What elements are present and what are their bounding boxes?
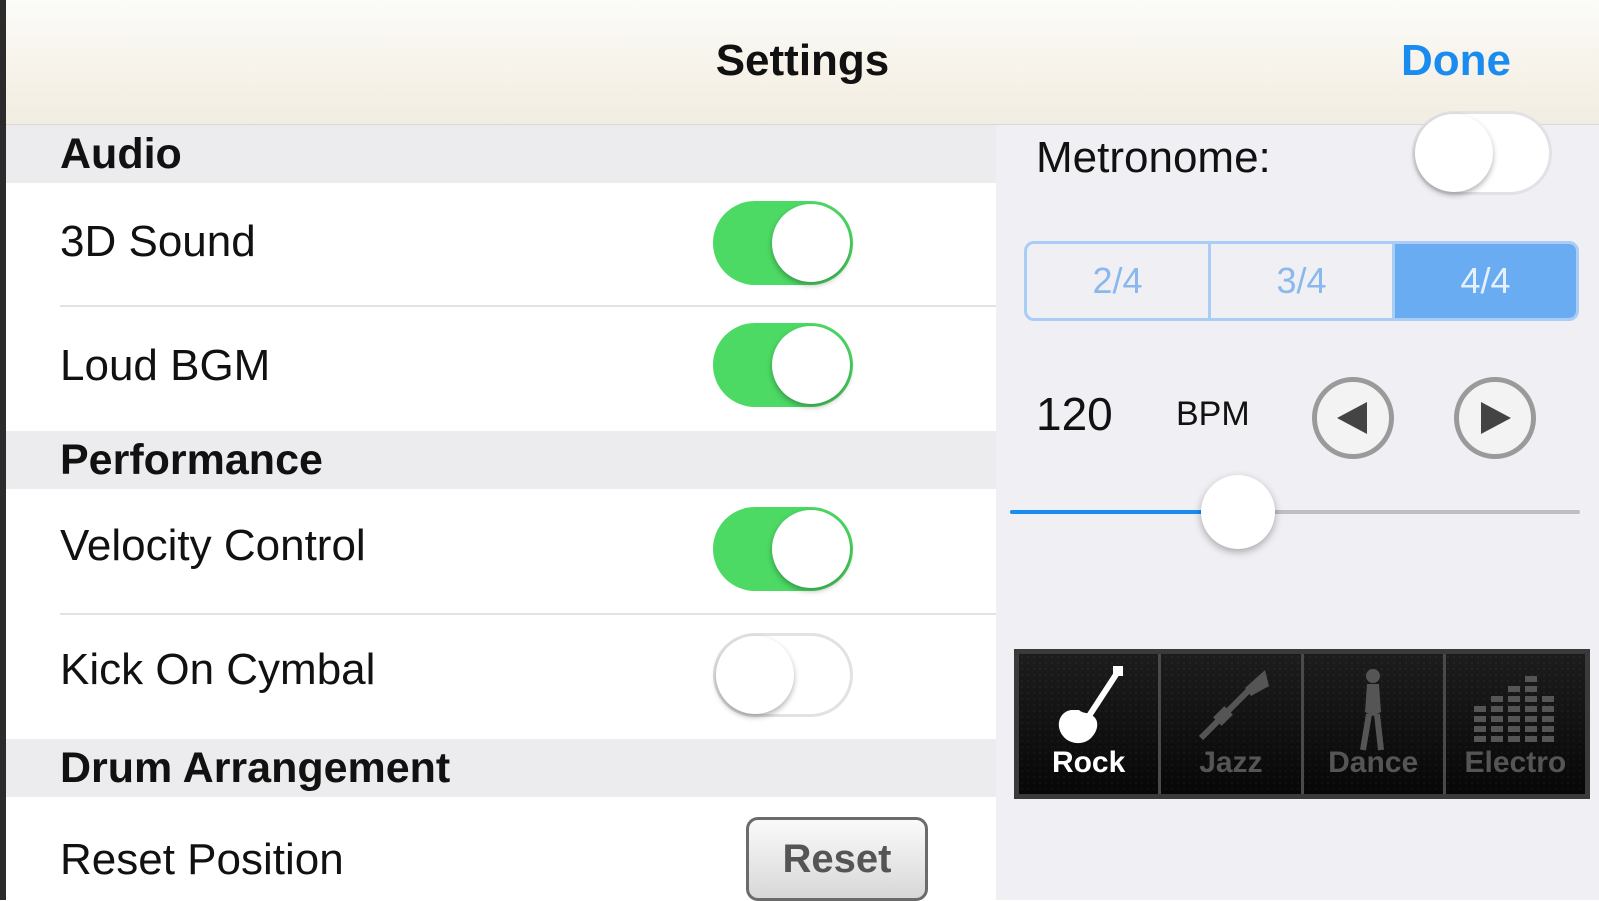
metronome-label: Metronome: [1036,133,1271,182]
setting-label-kick-on-cymbal: Kick On Cymbal [60,645,376,694]
page-title: Settings [715,36,890,85]
time-signature-2-4[interactable]: 2/4 [1027,244,1211,318]
style-electro-button[interactable]: Electro [1445,654,1585,794]
section-header-performance: Performance [6,431,996,489]
arrow-right-icon [1481,402,1511,434]
time-signature-selector: 2/4 3/4 4/4 [1024,241,1579,321]
tempo-slider-thumb[interactable] [1201,475,1275,549]
setting-row-loud-bgm: Loud BGM [6,307,996,429]
style-label-electro: Electro [1464,746,1567,779]
done-button[interactable]: Done [1401,36,1511,86]
setting-label-reset-position: Reset Position [60,835,344,884]
metronome-panel: Metronome: 2/4 3/4 4/4 120 BPM Rock Jazz… [996,111,1599,900]
setting-label-3d-sound: 3D Sound [60,217,256,266]
toggle-knob [716,636,794,714]
style-dance-button[interactable]: Dance [1303,654,1446,794]
3d-sound-toggle[interactable] [713,201,853,285]
time-signature-3-4[interactable]: 3/4 [1211,244,1395,318]
dancer-icon [1360,669,1385,751]
toggle-knob [772,326,850,404]
time-signature-4-4[interactable]: 4/4 [1395,244,1576,318]
setting-row-kick-on-cymbal: Kick On Cymbal [6,615,996,735]
toggle-knob [772,204,850,282]
bpm-decrease-button[interactable] [1312,377,1394,459]
style-label-rock: Rock [1051,746,1126,779]
style-label-dance: Dance [1328,746,1419,779]
setting-label-loud-bgm: Loud BGM [60,341,271,390]
reset-button[interactable]: Reset [746,817,928,901]
bpm-increase-button[interactable] [1454,377,1536,459]
kick-on-cymbal-toggle[interactable] [713,633,853,717]
toggle-knob [772,510,850,588]
bpm-unit-label: BPM [1176,395,1250,433]
section-header-audio: Audio [6,125,996,183]
style-jazz-button[interactable]: Jazz [1161,654,1304,794]
velocity-control-toggle[interactable] [713,507,853,591]
setting-row-3d-sound: 3D Sound [6,183,996,305]
music-style-selector: Rock Jazz Dance Electro [1014,649,1590,799]
metronome-toggle[interactable] [1412,111,1552,195]
navigation-bar: Settings Done [6,0,1599,125]
trumpet-icon [1198,670,1269,741]
setting-row-velocity-control: Velocity Control [6,491,996,613]
bpm-value: 120 [1036,388,1113,440]
settings-list: Audio 3D Sound Loud BGM Performance Velo… [6,125,996,901]
section-header-drum-arrangement: Drum Arrangement [6,739,996,797]
arrow-left-icon [1337,402,1367,434]
loud-bgm-toggle[interactable] [713,323,853,407]
equalizer-icon [1474,676,1555,742]
style-rock-button[interactable]: Rock [1019,654,1162,794]
setting-label-velocity-control: Velocity Control [60,521,366,570]
toggle-knob [1415,114,1493,192]
style-label-jazz: Jazz [1199,746,1263,779]
guitar-icon [1058,666,1123,744]
